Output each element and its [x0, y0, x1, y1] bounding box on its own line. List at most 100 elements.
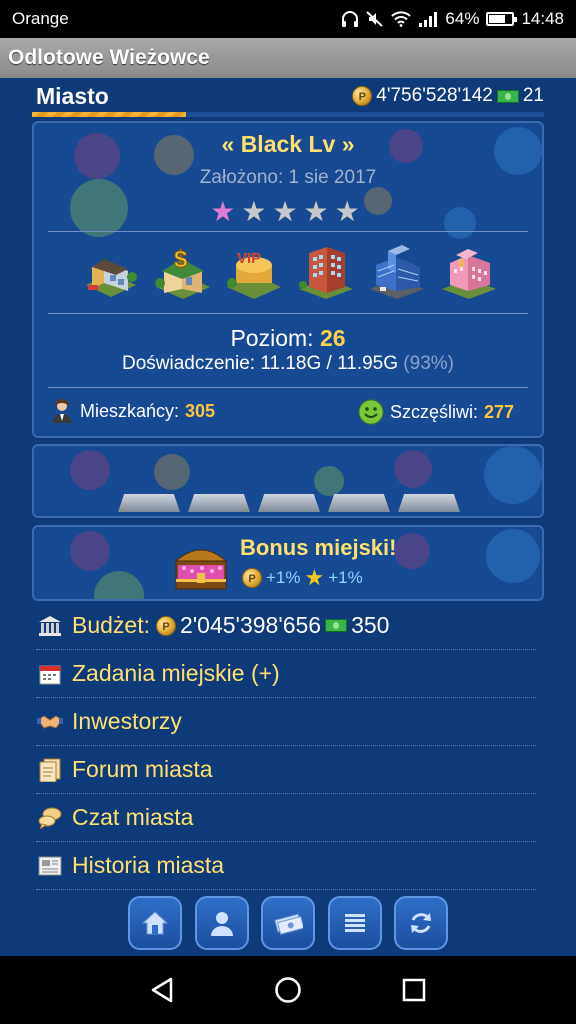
- menu-label: Forum miasta: [72, 756, 213, 782]
- refresh-button[interactable]: [394, 896, 448, 950]
- star-icon: ★: [304, 565, 325, 590]
- menu-label: Inwestorzy: [72, 708, 182, 734]
- forum-icon: [36, 757, 64, 783]
- treasure-chest-icon: [174, 549, 228, 590]
- recents-icon[interactable]: [401, 977, 427, 1003]
- menu-item-city-tasks[interactable]: Zadania miejskie (+): [36, 650, 536, 698]
- residential-building-icon[interactable]: [80, 241, 142, 303]
- empty-slot[interactable]: [188, 494, 250, 512]
- newspaper-icon: [36, 853, 64, 879]
- list-icon: [344, 914, 365, 932]
- bonus-values: P +1% ★ +1%: [242, 565, 363, 591]
- residents-label: Mieszkańcy:: [80, 400, 180, 421]
- home-button[interactable]: [128, 896, 182, 950]
- divider: [48, 387, 528, 388]
- vip-building-icon[interactable]: VIP: [223, 241, 285, 303]
- budget-label: Budżet:: [72, 612, 150, 638]
- page-title: Miasto: [36, 82, 109, 109]
- status-icons: 64% 14:48: [341, 9, 564, 29]
- profile-icon: [210, 912, 233, 936]
- handshake-icon: [36, 709, 64, 735]
- menu-label: Czat miasta: [72, 804, 194, 830]
- city-level: Poziom: 26: [34, 325, 542, 352]
- city-name: « Black Lv »: [221, 131, 355, 157]
- empty-slot[interactable]: [118, 494, 180, 512]
- city-bonus-panel[interactable]: Bonus miejski! P +1% ★ +1%: [32, 525, 544, 601]
- menu-item-city-chat[interactable]: Czat miasta: [36, 794, 536, 842]
- building-slots-panel: [32, 444, 544, 518]
- star-empty-icon: ★: [272, 196, 304, 227]
- coin-balance: 4'756'528'142: [376, 85, 493, 106]
- founded-date: Założono: 1 sie 2017: [199, 167, 377, 188]
- svg-text:$: $: [174, 246, 188, 273]
- page-header: Miasto P 4'756'528'142 21: [32, 78, 544, 114]
- happiness-stat: Szczęśliwi: 277: [358, 399, 514, 425]
- empty-slot[interactable]: [258, 494, 320, 512]
- wifi-icon: [391, 11, 412, 27]
- back-icon[interactable]: [149, 976, 175, 1004]
- menu-item-city-forum[interactable]: Forum miasta: [36, 746, 536, 794]
- xp-progress-fill: [32, 112, 186, 117]
- status-bar: Orange 64% 14:48: [0, 0, 576, 38]
- money-icon: [274, 913, 303, 935]
- coin-icon: P: [352, 86, 373, 106]
- menu-item-investors[interactable]: Inwestorzy: [36, 698, 536, 746]
- star-empty-icon: ★: [241, 196, 273, 227]
- star-filled-icon: ★: [210, 196, 242, 227]
- system-navigation-bar: [0, 956, 576, 1024]
- resident-icon: [52, 399, 72, 423]
- menu-item-city-history[interactable]: Historia miasta: [36, 842, 536, 890]
- money-button[interactable]: [261, 896, 315, 950]
- home-circle-icon[interactable]: [274, 976, 302, 1004]
- menu-item-budget[interactable]: Budżet: P 2'045'398'656 350: [36, 602, 536, 650]
- apartment-building-icon[interactable]: [295, 241, 357, 303]
- residents-stat: Mieszkańcy: 305: [50, 399, 215, 423]
- cash-balance: 21: [522, 85, 544, 106]
- battery-percent: 64%: [445, 9, 480, 28]
- battery-icon: [486, 12, 518, 26]
- app-title-bar: Odlotowe Wieżowce: [0, 38, 576, 78]
- bank-icon: [36, 613, 64, 639]
- city-menu: Budżet: P 2'045'398'656 350 Zadania miej…: [36, 602, 536, 890]
- city-rating-stars: ★★★★★: [34, 195, 542, 228]
- empty-slot[interactable]: [328, 494, 390, 512]
- empty-slot[interactable]: [398, 494, 460, 512]
- calendar-icon: [36, 661, 64, 687]
- divider: [48, 231, 528, 232]
- office-tower-icon[interactable]: [366, 241, 428, 303]
- headphones-icon: [342, 11, 359, 27]
- star-empty-icon: ★: [334, 196, 366, 227]
- happy-label: Szczęśliwi:: [390, 401, 479, 422]
- player-balance: P 4'756'528'142 21: [352, 85, 544, 107]
- refresh-icon: [411, 913, 431, 933]
- mute-icon: [366, 11, 384, 27]
- signal-icon: [419, 12, 438, 27]
- happy-value: 277: [484, 401, 515, 422]
- menu-label: Historia miasta: [72, 852, 225, 878]
- smiley-icon: [358, 399, 384, 425]
- city-experience: Doświadczenie: 11.18G / 11.95G (93%): [34, 353, 542, 375]
- clock: 14:48: [521, 9, 564, 28]
- menu-label: Zadania miejskie (+): [72, 660, 280, 686]
- profile-button[interactable]: [194, 896, 249, 950]
- experience-percent: (93%): [403, 353, 454, 374]
- city-buildings: $ VIP $: [80, 241, 500, 305]
- coin-icon: P: [156, 615, 176, 636]
- residents-value: 305: [185, 400, 216, 421]
- pink-hotel-icon[interactable]: $: [438, 241, 500, 303]
- xp-progress-bar: [32, 112, 544, 117]
- bottom-navigation: [128, 896, 448, 950]
- budget-cash: 350: [351, 612, 390, 638]
- bank-building-icon[interactable]: $: [152, 241, 214, 303]
- list-button[interactable]: [327, 896, 382, 950]
- cash-icon: [325, 619, 348, 632]
- svg-text:VIP: VIP: [237, 250, 261, 267]
- level-value: 26: [319, 325, 346, 351]
- budget-coins: 2'045'398'656: [180, 612, 322, 638]
- cash-icon: [496, 89, 519, 103]
- budget-values: P 2'045'398'656 350: [156, 612, 389, 639]
- star-empty-icon: ★: [303, 196, 335, 227]
- coin-plus-icon: P: [242, 568, 262, 588]
- home-icon: [141, 911, 169, 935]
- experience-text: Doświadczenie: 11.18G / 11.95G: [122, 353, 399, 374]
